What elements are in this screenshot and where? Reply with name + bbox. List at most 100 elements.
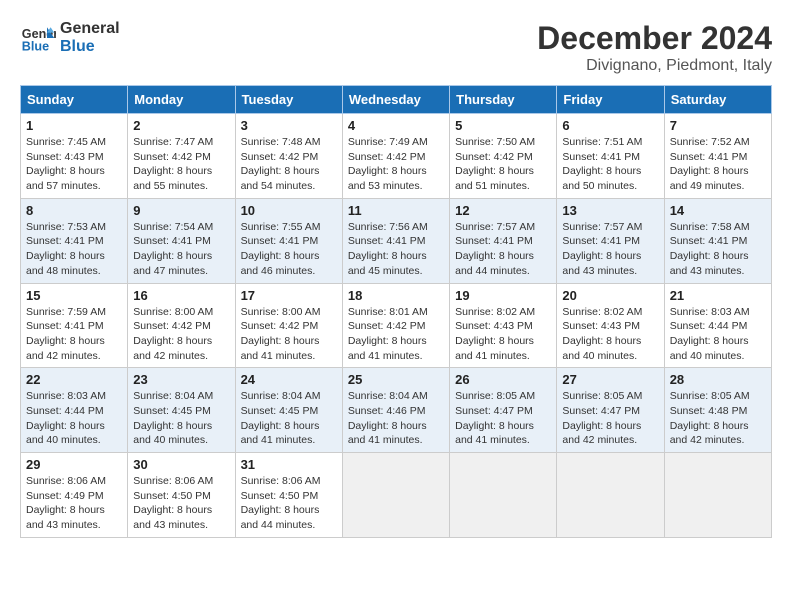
day-number: 19 (455, 288, 551, 303)
cell-info: Sunrise: 8:03 AMSunset: 4:44 PMDaylight:… (26, 389, 122, 448)
calendar-cell: 31 Sunrise: 8:06 AMSunset: 4:50 PMDaylig… (235, 453, 342, 538)
calendar-cell: 7 Sunrise: 7:52 AMSunset: 4:41 PMDayligh… (664, 114, 771, 199)
cell-info: Sunrise: 7:52 AMSunset: 4:41 PMDaylight:… (670, 135, 766, 194)
day-number: 6 (562, 118, 658, 133)
day-number: 3 (241, 118, 337, 133)
calendar-cell (664, 453, 771, 538)
cell-info: Sunrise: 8:00 AMSunset: 4:42 PMDaylight:… (133, 305, 229, 364)
calendar-cell: 6 Sunrise: 7:51 AMSunset: 4:41 PMDayligh… (557, 114, 664, 199)
calendar-cell: 11 Sunrise: 7:56 AMSunset: 4:41 PMDaylig… (342, 198, 449, 283)
cell-info: Sunrise: 8:02 AMSunset: 4:43 PMDaylight:… (562, 305, 658, 364)
day-number: 27 (562, 372, 658, 387)
column-header-tuesday: Tuesday (235, 86, 342, 114)
calendar-cell: 3 Sunrise: 7:48 AMSunset: 4:42 PMDayligh… (235, 114, 342, 199)
calendar-cell: 30 Sunrise: 8:06 AMSunset: 4:50 PMDaylig… (128, 453, 235, 538)
calendar-cell: 25 Sunrise: 8:04 AMSunset: 4:46 PMDaylig… (342, 368, 449, 453)
column-header-friday: Friday (557, 86, 664, 114)
day-number: 10 (241, 203, 337, 218)
cell-info: Sunrise: 8:05 AMSunset: 4:48 PMDaylight:… (670, 389, 766, 448)
cell-info: Sunrise: 7:53 AMSunset: 4:41 PMDaylight:… (26, 220, 122, 279)
calendar-cell: 19 Sunrise: 8:02 AMSunset: 4:43 PMDaylig… (450, 283, 557, 368)
cell-info: Sunrise: 7:57 AMSunset: 4:41 PMDaylight:… (455, 220, 551, 279)
calendar-table: SundayMondayTuesdayWednesdayThursdayFrid… (20, 85, 772, 538)
day-number: 13 (562, 203, 658, 218)
calendar-cell (342, 453, 449, 538)
day-number: 4 (348, 118, 444, 133)
day-number: 20 (562, 288, 658, 303)
cell-info: Sunrise: 7:45 AMSunset: 4:43 PMDaylight:… (26, 135, 122, 194)
calendar-cell: 29 Sunrise: 8:06 AMSunset: 4:49 PMDaylig… (21, 453, 128, 538)
cell-info: Sunrise: 8:00 AMSunset: 4:42 PMDaylight:… (241, 305, 337, 364)
day-number: 23 (133, 372, 229, 387)
calendar-cell: 20 Sunrise: 8:02 AMSunset: 4:43 PMDaylig… (557, 283, 664, 368)
day-number: 25 (348, 372, 444, 387)
column-header-wednesday: Wednesday (342, 86, 449, 114)
column-header-sunday: Sunday (21, 86, 128, 114)
day-number: 15 (26, 288, 122, 303)
cell-info: Sunrise: 8:05 AMSunset: 4:47 PMDaylight:… (455, 389, 551, 448)
day-number: 18 (348, 288, 444, 303)
day-number: 28 (670, 372, 766, 387)
day-number: 2 (133, 118, 229, 133)
calendar-cell: 22 Sunrise: 8:03 AMSunset: 4:44 PMDaylig… (21, 368, 128, 453)
calendar-cell: 10 Sunrise: 7:55 AMSunset: 4:41 PMDaylig… (235, 198, 342, 283)
page-header: General Blue General Blue December 2024 … (20, 20, 772, 75)
calendar-cell: 17 Sunrise: 8:00 AMSunset: 4:42 PMDaylig… (235, 283, 342, 368)
cell-info: Sunrise: 8:03 AMSunset: 4:44 PMDaylight:… (670, 305, 766, 364)
cell-info: Sunrise: 7:58 AMSunset: 4:41 PMDaylight:… (670, 220, 766, 279)
calendar-cell: 14 Sunrise: 7:58 AMSunset: 4:41 PMDaylig… (664, 198, 771, 283)
day-number: 7 (670, 118, 766, 133)
cell-info: Sunrise: 8:06 AMSunset: 4:50 PMDaylight:… (241, 474, 337, 533)
month-title: December 2024 (537, 20, 772, 57)
logo-icon: General Blue (20, 20, 56, 56)
day-number: 9 (133, 203, 229, 218)
cell-info: Sunrise: 7:48 AMSunset: 4:42 PMDaylight:… (241, 135, 337, 194)
calendar-cell: 27 Sunrise: 8:05 AMSunset: 4:47 PMDaylig… (557, 368, 664, 453)
title-block: December 2024 Divignano, Piedmont, Italy (537, 20, 772, 75)
cell-info: Sunrise: 8:04 AMSunset: 4:46 PMDaylight:… (348, 389, 444, 448)
svg-text:Blue: Blue (22, 40, 49, 54)
calendar-cell: 28 Sunrise: 8:05 AMSunset: 4:48 PMDaylig… (664, 368, 771, 453)
day-number: 17 (241, 288, 337, 303)
calendar-cell (450, 453, 557, 538)
cell-info: Sunrise: 7:56 AMSunset: 4:41 PMDaylight:… (348, 220, 444, 279)
calendar-cell: 5 Sunrise: 7:50 AMSunset: 4:42 PMDayligh… (450, 114, 557, 199)
day-number: 22 (26, 372, 122, 387)
day-number: 1 (26, 118, 122, 133)
day-number: 26 (455, 372, 551, 387)
cell-info: Sunrise: 7:59 AMSunset: 4:41 PMDaylight:… (26, 305, 122, 364)
day-number: 14 (670, 203, 766, 218)
logo-line2: Blue (60, 38, 120, 56)
day-number: 11 (348, 203, 444, 218)
column-header-thursday: Thursday (450, 86, 557, 114)
calendar-cell: 21 Sunrise: 8:03 AMSunset: 4:44 PMDaylig… (664, 283, 771, 368)
column-header-monday: Monday (128, 86, 235, 114)
cell-info: Sunrise: 8:02 AMSunset: 4:43 PMDaylight:… (455, 305, 551, 364)
location-subtitle: Divignano, Piedmont, Italy (537, 57, 772, 75)
cell-info: Sunrise: 8:05 AMSunset: 4:47 PMDaylight:… (562, 389, 658, 448)
day-number: 30 (133, 457, 229, 472)
cell-info: Sunrise: 8:01 AMSunset: 4:42 PMDaylight:… (348, 305, 444, 364)
calendar-cell: 23 Sunrise: 8:04 AMSunset: 4:45 PMDaylig… (128, 368, 235, 453)
cell-info: Sunrise: 7:50 AMSunset: 4:42 PMDaylight:… (455, 135, 551, 194)
calendar-cell: 2 Sunrise: 7:47 AMSunset: 4:42 PMDayligh… (128, 114, 235, 199)
day-number: 12 (455, 203, 551, 218)
calendar-cell (557, 453, 664, 538)
calendar-cell: 9 Sunrise: 7:54 AMSunset: 4:41 PMDayligh… (128, 198, 235, 283)
day-number: 16 (133, 288, 229, 303)
cell-info: Sunrise: 7:49 AMSunset: 4:42 PMDaylight:… (348, 135, 444, 194)
logo: General Blue General Blue (20, 20, 120, 56)
day-number: 24 (241, 372, 337, 387)
calendar-cell: 13 Sunrise: 7:57 AMSunset: 4:41 PMDaylig… (557, 198, 664, 283)
cell-info: Sunrise: 8:04 AMSunset: 4:45 PMDaylight:… (133, 389, 229, 448)
calendar-cell: 18 Sunrise: 8:01 AMSunset: 4:42 PMDaylig… (342, 283, 449, 368)
cell-info: Sunrise: 7:51 AMSunset: 4:41 PMDaylight:… (562, 135, 658, 194)
cell-info: Sunrise: 7:57 AMSunset: 4:41 PMDaylight:… (562, 220, 658, 279)
day-number: 21 (670, 288, 766, 303)
calendar-cell: 15 Sunrise: 7:59 AMSunset: 4:41 PMDaylig… (21, 283, 128, 368)
cell-info: Sunrise: 7:47 AMSunset: 4:42 PMDaylight:… (133, 135, 229, 194)
cell-info: Sunrise: 7:54 AMSunset: 4:41 PMDaylight:… (133, 220, 229, 279)
calendar-cell: 16 Sunrise: 8:00 AMSunset: 4:42 PMDaylig… (128, 283, 235, 368)
calendar-cell: 26 Sunrise: 8:05 AMSunset: 4:47 PMDaylig… (450, 368, 557, 453)
calendar-cell: 12 Sunrise: 7:57 AMSunset: 4:41 PMDaylig… (450, 198, 557, 283)
